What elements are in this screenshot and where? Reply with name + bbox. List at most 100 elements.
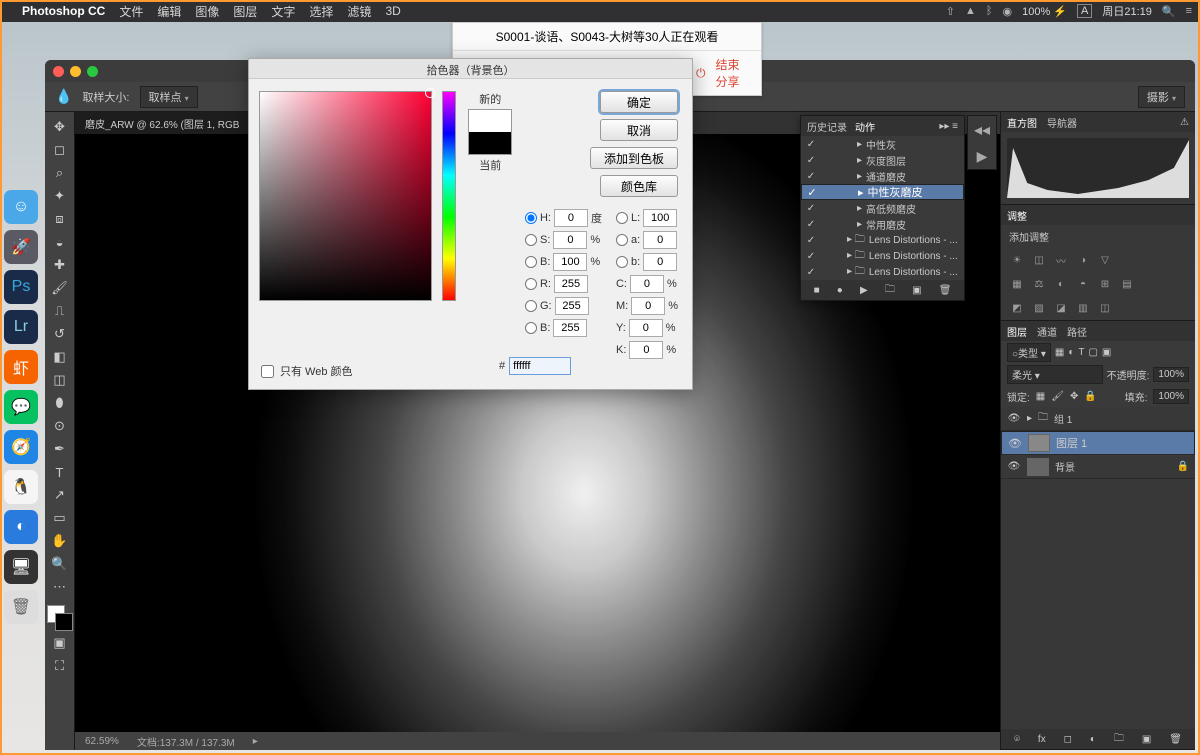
filter-shape-icon[interactable]: ▢	[1088, 347, 1097, 358]
dock-monitor[interactable]: 🖥	[4, 550, 38, 584]
dock-trash[interactable]: 🗑	[4, 590, 38, 624]
visibility-icon[interactable]: 👁	[1007, 461, 1021, 472]
action-row[interactable]: ✓▸ 通道磨皮	[801, 168, 964, 184]
play-big-icon[interactable]: ▶	[977, 148, 988, 165]
history-brush-tool[interactable]: ↺	[47, 323, 73, 345]
input-m[interactable]	[631, 297, 665, 315]
tab-histogram[interactable]: 直方图	[1007, 115, 1037, 130]
eraser-tool[interactable]: ◧	[47, 346, 73, 368]
fill-adj-icon[interactable]: ◐	[1090, 734, 1096, 745]
menu-filter[interactable]: 滤镜	[347, 3, 371, 20]
radio-g[interactable]	[525, 300, 537, 312]
check-icon[interactable]: ✓	[805, 203, 817, 214]
dodge-tool[interactable]: ⊙	[47, 415, 73, 437]
tab-history[interactable]: 历史记录	[807, 119, 847, 134]
menu-layer[interactable]: 图层	[233, 3, 257, 20]
wifi-signal-icon[interactable]: ◉	[1002, 5, 1012, 18]
input-y[interactable]	[629, 319, 663, 337]
web-only-checkbox[interactable]: 只有 Web 颜色	[261, 363, 353, 379]
radio-s[interactable]	[525, 234, 537, 246]
group-icon[interactable]: 🗀	[1114, 731, 1124, 748]
new-action-icon[interactable]: ▣	[912, 285, 921, 296]
zoom-tool[interactable]: 🔍	[47, 553, 73, 575]
layer-row[interactable]: 👁 背景 🔒	[1001, 455, 1195, 479]
adj-vibrance-icon[interactable]: ▽	[1097, 252, 1113, 268]
tab-layers[interactable]: 图层	[1007, 324, 1027, 339]
wand-tool[interactable]: ✦	[47, 185, 73, 207]
power-icon[interactable]: ⏻	[696, 66, 706, 81]
search-icon[interactable]: 🔍	[1162, 5, 1176, 18]
adj-levels-icon[interactable]: ◫	[1031, 252, 1047, 268]
lasso-tool[interactable]: ⌕	[47, 162, 73, 184]
layer-filter-kind[interactable]: ○类型 ▾	[1007, 343, 1051, 362]
visibility-icon[interactable]: 👁	[1008, 437, 1022, 450]
marquee-tool[interactable]: ◻	[47, 139, 73, 161]
zoom-level[interactable]: 62.59%	[85, 736, 119, 747]
adj-invert-icon[interactable]: ◩	[1009, 300, 1025, 316]
screenmode-tool[interactable]: ⛶	[47, 655, 73, 677]
close-icon[interactable]	[53, 66, 64, 77]
dock-lightroom[interactable]: Lr	[4, 310, 38, 344]
input-l[interactable]	[643, 209, 677, 227]
warning-icon[interactable]: ⚠	[1180, 117, 1189, 128]
chevron-right-icon[interactable]: ▸	[1027, 413, 1032, 424]
saturation-field[interactable]	[259, 91, 432, 301]
menu-edit[interactable]: 编辑	[157, 3, 181, 20]
app-name[interactable]: Photoshop CC	[22, 4, 105, 18]
crop-tool[interactable]: ⧈	[47, 208, 73, 230]
trash-icon[interactable]: 🗑	[1169, 734, 1182, 745]
menu-icon[interactable]: ≡	[1186, 5, 1192, 17]
status-chevron-icon[interactable]: ▸	[253, 736, 258, 747]
eyedropper-tool[interactable]: ◒	[47, 231, 73, 253]
color-lib-button[interactable]: 颜色库	[600, 175, 678, 197]
filter-adj-icon[interactable]: ◐	[1068, 347, 1074, 358]
layer-name[interactable]: 背景	[1055, 459, 1075, 474]
adj-lut-icon[interactable]: ▤	[1119, 276, 1135, 292]
dock-app-blue[interactable]: ◐	[4, 510, 38, 544]
adj-mix-icon[interactable]: ⊞	[1097, 276, 1113, 292]
input-hex[interactable]	[509, 357, 571, 375]
color-swatches[interactable]	[47, 605, 73, 631]
path-tool[interactable]: ↗	[47, 484, 73, 506]
panel-menu-icon[interactable]: ▸▸ ≡	[939, 121, 958, 132]
lock-pos-icon[interactable]: ✥	[1070, 391, 1078, 402]
minimize-icon[interactable]	[70, 66, 81, 77]
mask-icon[interactable]: ◻	[1064, 734, 1072, 745]
adj-bw-icon[interactable]: ◐	[1053, 276, 1069, 292]
maximize-icon[interactable]	[87, 66, 98, 77]
end-share-button[interactable]: 结束分享	[715, 56, 751, 90]
layer-row[interactable]: 👁 ▸ 🗀 组 1	[1001, 407, 1195, 431]
action-row[interactable]: ✓▸ 🗀 Lens Distortions - ...	[801, 232, 964, 248]
wifi-icon[interactable]: ▲	[965, 5, 976, 17]
check-icon[interactable]: ✓	[805, 171, 817, 182]
sat-cursor-icon[interactable]	[425, 88, 435, 98]
check-icon[interactable]: ✓	[805, 155, 817, 166]
clock[interactable]: 周日21:19	[1102, 3, 1152, 19]
radio-h[interactable]	[525, 212, 537, 224]
input-c[interactable]	[630, 275, 664, 293]
adj-grad-icon[interactable]: ▥	[1075, 300, 1091, 316]
action-row[interactable]: ✓▸ 灰度图层	[801, 152, 964, 168]
check-icon[interactable]: ✓	[805, 235, 817, 246]
add-swatch-button[interactable]: 添加到色板	[590, 147, 678, 169]
lock-all-icon[interactable]: 🔒	[1084, 391, 1096, 402]
radio-a[interactable]	[616, 234, 628, 246]
action-row[interactable]: ✓▸ 🗀 Lens Distortions - ...	[801, 264, 964, 280]
share-icon[interactable]: ⇧	[946, 5, 955, 18]
action-row[interactable]: ✓▸ 🗀 Lens Distortions - ...	[801, 248, 964, 264]
tab-paths[interactable]: 路径	[1067, 324, 1087, 339]
adj-photo-icon[interactable]: ◓	[1075, 276, 1091, 292]
hue-slider[interactable]	[442, 91, 456, 301]
radio-bb[interactable]	[525, 322, 537, 334]
adj-exposure-icon[interactable]: ◑	[1075, 252, 1091, 268]
check-icon[interactable]: ✓	[805, 219, 817, 230]
adj-curves-icon[interactable]: 〰	[1053, 252, 1069, 268]
type-tool[interactable]: T	[47, 461, 73, 483]
dock-app-orange[interactable]: 虾	[4, 350, 38, 384]
check-icon[interactable]: ✓	[805, 267, 817, 278]
record-icon[interactable]: ●	[837, 285, 843, 296]
menu-select[interactable]: 选择	[309, 3, 333, 20]
tab-actions[interactable]: 动作	[855, 119, 875, 134]
adj-brightness-icon[interactable]: ☀	[1009, 252, 1025, 268]
stamp-tool[interactable]: ⎍	[47, 300, 73, 322]
